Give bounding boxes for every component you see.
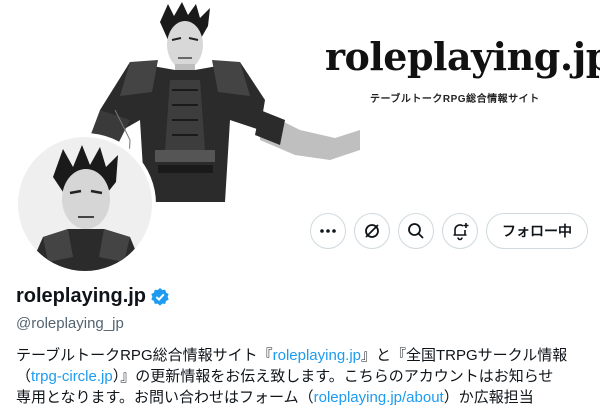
verified-badge-icon[interactable]: [150, 287, 170, 307]
bio-text: テーブルトークRPG総合情報サイト『: [16, 347, 273, 364]
bio-link-trpg-circle[interactable]: trpg-circle.jp: [31, 368, 113, 385]
site-tagline: テーブルトークRPG総合情報サイト: [370, 94, 540, 105]
more-button[interactable]: [310, 213, 346, 249]
site-logo: roleplaying.jp: [325, 34, 600, 79]
avatar-image: [18, 137, 152, 271]
search-icon: [408, 223, 424, 239]
repost-toggle-button[interactable]: [354, 213, 390, 249]
bio-text: 専用となります。お問い合わせはフォーム（: [16, 389, 314, 406]
avatar-portrait: [18, 137, 152, 271]
following-button[interactable]: フォロー中: [486, 213, 588, 249]
profile-name-text: roleplaying.jp: [16, 285, 147, 307]
search-button[interactable]: [398, 213, 434, 249]
bio-text: （: [16, 368, 32, 385]
bio-text: ）』の更新情報をお伝え致します。こちらのアカウントはお知らせ: [112, 368, 554, 385]
profile-avatar[interactable]: [14, 133, 156, 275]
profile-name: roleplaying.jp: [16, 285, 170, 308]
bio-link-roleplaying[interactable]: roleplaying.jp: [273, 347, 361, 364]
profile-bio: テーブルトークRPG総合情報サイト『roleplaying.jp』と『全国TRP…: [16, 345, 588, 408]
bell-plus-icon: [453, 223, 469, 241]
more-dots-icon: [320, 229, 336, 233]
bio-link-about[interactable]: roleplaying.jp/about: [314, 389, 444, 406]
bio-text: 』と『全国TRPGサークル情報: [361, 347, 568, 364]
profile-handle: @roleplaying_jp: [16, 315, 124, 332]
profile-actions: フォロー中: [310, 213, 588, 249]
bio-text: ）か広報担当: [443, 389, 534, 406]
slashed-repost-icon: [365, 224, 379, 238]
notifications-button[interactable]: [442, 213, 478, 249]
